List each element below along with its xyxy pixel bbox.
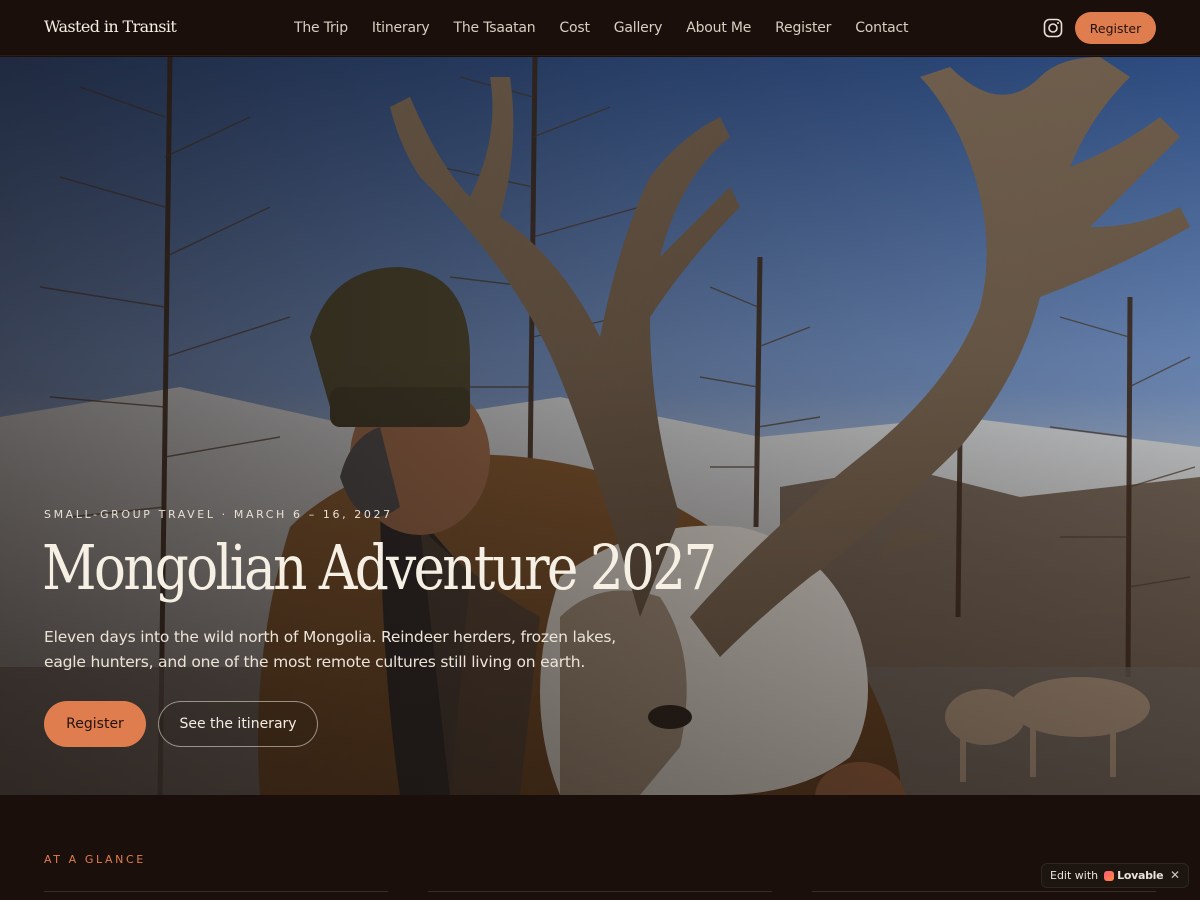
nav-register-button[interactable]: Register — [1075, 12, 1156, 44]
see-itinerary-button[interactable]: See the itinerary — [158, 701, 318, 747]
nav-link-the-trip[interactable]: The Trip — [282, 20, 360, 36]
badge-brand: Lovable — [1117, 869, 1164, 882]
nav-link-contact[interactable]: Contact — [843, 20, 920, 36]
nav-link-register[interactable]: Register — [763, 20, 843, 36]
hero-register-button[interactable]: Register — [44, 701, 146, 747]
instagram-icon[interactable] — [1043, 18, 1063, 38]
section-label: AT A GLANCE — [44, 853, 146, 866]
main-menu: The Trip Itinerary The Tsaatan Cost Gall… — [282, 0, 920, 56]
hero-bottom-overlay — [0, 57, 1200, 795]
badge-prefix: Edit with — [1050, 869, 1099, 882]
top-navigation: Wasted in Transit The Trip Itinerary The… — [0, 0, 1200, 56]
edit-with-lovable-badge[interactable]: Edit with Lovable ✕ — [1041, 863, 1189, 888]
glance-column-divider — [812, 891, 1156, 892]
nav-link-gallery[interactable]: Gallery — [602, 20, 674, 36]
glance-column-divider — [428, 891, 772, 892]
hero-description: Eleven days into the wild north of Mongo… — [44, 625, 624, 675]
hero-section: SMALL-GROUP TRAVEL · MARCH 6 – 16, 2027 … — [0, 57, 1200, 795]
nav-link-itinerary[interactable]: Itinerary — [360, 20, 442, 36]
hero-eyebrow: SMALL-GROUP TRAVEL · MARCH 6 – 16, 2027 — [44, 508, 393, 521]
nav-link-cost[interactable]: Cost — [547, 20, 601, 36]
hero-description-line-1: Eleven days into the wild north of Mongo… — [44, 628, 617, 646]
hero-title: Mongolian Adventure 2027 — [42, 531, 717, 604]
glance-column-divider — [44, 891, 388, 892]
close-icon[interactable]: ✕ — [1170, 868, 1180, 882]
at-a-glance-section: AT A GLANCE — [0, 795, 1200, 900]
lovable-logo-icon — [1104, 870, 1115, 881]
nav-link-the-tsaatan[interactable]: The Tsaatan — [442, 20, 548, 36]
hero-description-line-2: eagle hunters, and one of the most remot… — [44, 653, 586, 671]
site-logo[interactable]: Wasted in Transit — [44, 17, 177, 36]
nav-link-about-me[interactable]: About Me — [674, 20, 763, 36]
